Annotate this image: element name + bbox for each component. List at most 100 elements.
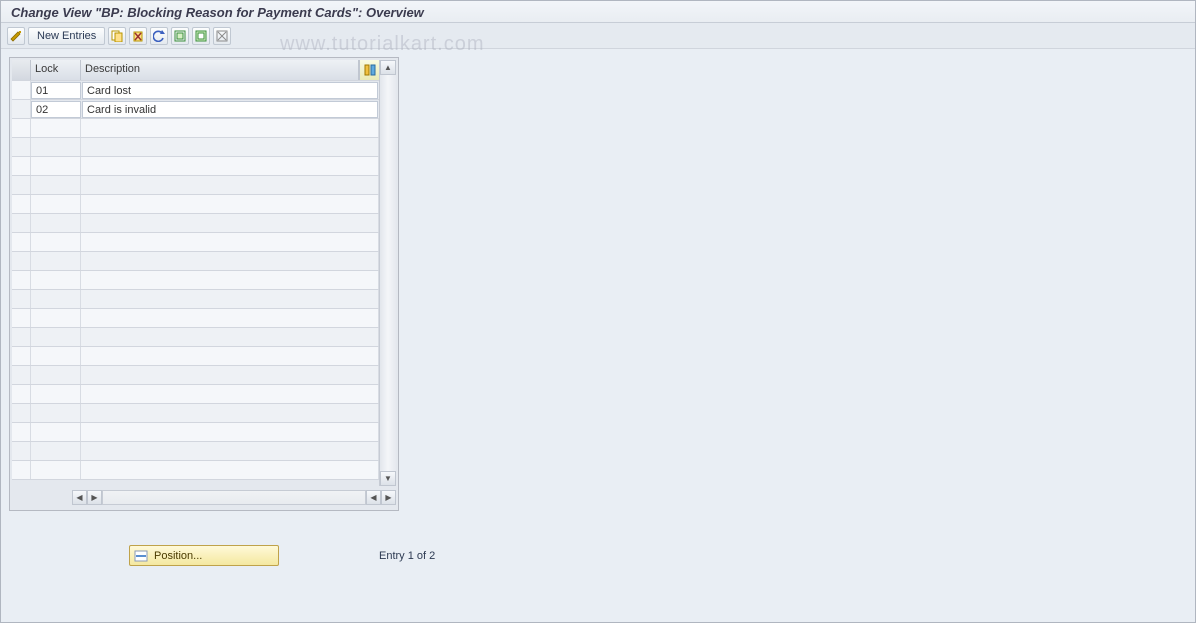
row-select-handle[interactable]	[12, 119, 31, 137]
cell-description[interactable]: Card is invalid	[82, 101, 378, 118]
row-select-handle[interactable]	[12, 423, 31, 441]
cell-lock[interactable]	[31, 290, 81, 308]
cell-lock[interactable]	[31, 214, 81, 232]
cell-lock[interactable]	[31, 233, 81, 251]
cell-description[interactable]	[81, 290, 379, 308]
table-row[interactable]: 02Card is invalid	[12, 100, 379, 119]
scroll-down-icon[interactable]: ▼	[380, 471, 396, 486]
col-header-lock[interactable]: Lock	[31, 60, 81, 80]
undo-button[interactable]	[150, 27, 168, 45]
row-select-handle[interactable]	[12, 176, 31, 194]
cell-description[interactable]	[81, 423, 379, 441]
cell-lock[interactable]	[31, 309, 81, 327]
table-row-empty[interactable]	[12, 119, 379, 138]
scroll-right-icon[interactable]: ▶	[87, 490, 102, 505]
cell-description[interactable]	[81, 328, 379, 346]
table-row-empty[interactable]	[12, 442, 379, 461]
cell-description[interactable]	[81, 119, 379, 137]
cell-lock[interactable]: 01	[31, 82, 81, 99]
row-select-handle[interactable]	[12, 214, 31, 232]
table-row-empty[interactable]	[12, 347, 379, 366]
cell-lock[interactable]	[31, 461, 81, 479]
cell-description[interactable]	[81, 138, 379, 156]
cell-description[interactable]	[81, 309, 379, 327]
table-row-empty[interactable]	[12, 366, 379, 385]
table-row-empty[interactable]	[12, 214, 379, 233]
cell-lock[interactable]	[31, 385, 81, 403]
row-select-header[interactable]	[12, 60, 31, 80]
scroll-left-end-icon[interactable]: ◀	[366, 490, 381, 505]
table-row[interactable]: 01Card lost	[12, 81, 379, 100]
table-row-empty[interactable]	[12, 176, 379, 195]
cell-lock[interactable]	[31, 195, 81, 213]
row-select-handle[interactable]	[12, 461, 31, 479]
scroll-right-end-icon[interactable]: ▶	[381, 490, 396, 505]
cell-description[interactable]	[81, 461, 379, 479]
cell-lock[interactable]	[31, 138, 81, 156]
table-row-empty[interactable]	[12, 233, 379, 252]
cell-description[interactable]	[81, 195, 379, 213]
table-row-empty[interactable]	[12, 157, 379, 176]
copy-button[interactable]	[108, 27, 126, 45]
row-select-handle[interactable]	[12, 138, 31, 156]
row-select-handle[interactable]	[12, 404, 31, 422]
cell-description[interactable]	[81, 214, 379, 232]
cell-lock[interactable]	[31, 119, 81, 137]
cell-lock[interactable]	[31, 252, 81, 270]
cell-lock[interactable]: 02	[31, 101, 81, 118]
cell-description[interactable]	[81, 366, 379, 384]
cell-lock[interactable]	[31, 442, 81, 460]
row-select-handle[interactable]	[12, 252, 31, 270]
row-select-handle[interactable]	[12, 290, 31, 308]
row-select-handle[interactable]	[12, 309, 31, 327]
table-row-empty[interactable]	[12, 195, 379, 214]
cell-lock[interactable]	[31, 271, 81, 289]
vertical-scrollbar[interactable]: ▲ ▼	[379, 60, 396, 486]
cell-description[interactable]	[81, 404, 379, 422]
scroll-up-icon[interactable]: ▲	[380, 60, 396, 75]
position-button[interactable]: Position...	[129, 545, 279, 566]
table-row-empty[interactable]	[12, 271, 379, 290]
cell-description[interactable]: Card lost	[82, 82, 378, 99]
configure-columns-button[interactable]	[359, 60, 379, 80]
table-row-empty[interactable]	[12, 290, 379, 309]
cell-description[interactable]	[81, 347, 379, 365]
horizontal-scrollbar[interactable]: ◀ ▶ ◀ ▶	[12, 489, 396, 506]
cell-description[interactable]	[81, 233, 379, 251]
table-row-empty[interactable]	[12, 385, 379, 404]
new-entries-button[interactable]: New Entries	[28, 27, 105, 45]
cell-description[interactable]	[81, 271, 379, 289]
cell-lock[interactable]	[31, 328, 81, 346]
row-select-handle[interactable]	[12, 157, 31, 175]
cell-lock[interactable]	[31, 157, 81, 175]
table-row-empty[interactable]	[12, 404, 379, 423]
deselect-all-button[interactable]	[213, 27, 231, 45]
cell-lock[interactable]	[31, 366, 81, 384]
cell-description[interactable]	[81, 442, 379, 460]
row-select-handle[interactable]	[12, 233, 31, 251]
table-row-empty[interactable]	[12, 309, 379, 328]
row-select-handle[interactable]	[12, 271, 31, 289]
cell-description[interactable]	[81, 252, 379, 270]
row-select-handle[interactable]	[12, 81, 31, 99]
row-select-handle[interactable]	[12, 100, 31, 118]
cell-description[interactable]	[81, 176, 379, 194]
cell-lock[interactable]	[31, 347, 81, 365]
scroll-left-icon[interactable]: ◀	[72, 490, 87, 505]
table-row-empty[interactable]	[12, 423, 379, 442]
table-row-empty[interactable]	[12, 461, 379, 480]
cell-description[interactable]	[81, 385, 379, 403]
row-select-handle[interactable]	[12, 385, 31, 403]
row-select-handle[interactable]	[12, 195, 31, 213]
cell-lock[interactable]	[31, 176, 81, 194]
cell-lock[interactable]	[31, 423, 81, 441]
row-select-handle[interactable]	[12, 328, 31, 346]
cell-lock[interactable]	[31, 404, 81, 422]
select-all-button[interactable]	[171, 27, 189, 45]
select-block-button[interactable]	[192, 27, 210, 45]
toggle-edit-button[interactable]	[7, 27, 25, 45]
table-row-empty[interactable]	[12, 252, 379, 271]
row-select-handle[interactable]	[12, 442, 31, 460]
col-header-description[interactable]: Description	[81, 60, 359, 80]
cell-description[interactable]	[81, 157, 379, 175]
